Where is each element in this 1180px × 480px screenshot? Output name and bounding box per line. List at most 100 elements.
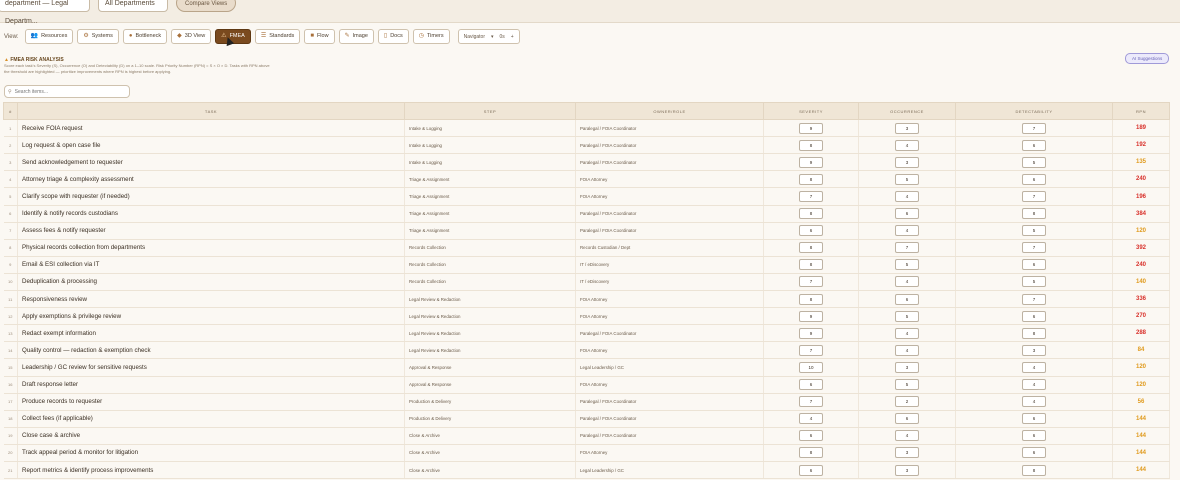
detectability-input[interactable]: 6 [1022,259,1046,271]
detectability-input[interactable]: 8 [1022,208,1046,220]
occurrence-input[interactable]: 6 [895,208,919,220]
detectability-input[interactable]: 6 [1022,139,1046,151]
occurrence-input[interactable]: 5 [895,259,919,271]
occurrence-input[interactable]: 4 [895,430,919,442]
view-button-timers[interactable]: ◷ Timers [412,29,450,44]
step-name: Intake & Logging [404,153,576,172]
view-button-label: Resources [41,33,68,39]
step-name: Triage & Assignment [404,222,576,240]
detectability-input[interactable]: 6 [1022,310,1046,322]
owner-role: Paralegal / FOIA Coordinator [575,205,764,223]
view-button-systems[interactable]: ⚙ Systems [77,29,119,44]
severity-input[interactable]: 10 [799,361,823,373]
occurrence-input[interactable]: 4 [895,191,919,203]
detectability-input[interactable]: 6 [1022,447,1046,459]
detectability-input[interactable]: 7 [1022,293,1046,305]
severity-input[interactable]: 8 [799,242,823,254]
task-name: Assess fees & notify requester [17,222,405,240]
occurrence-input[interactable]: 3 [895,447,919,459]
severity-input[interactable]: 8 [799,259,823,271]
navigator-select[interactable]: Navigator [464,34,485,40]
view-button-resources[interactable]: 👥 Resources [24,29,74,44]
navigator-control[interactable]: Navigator ▾ 0s + [457,29,520,44]
rpn-value: 144 [1112,410,1170,428]
occurrence-input[interactable]: 3 [895,156,919,168]
severity-input[interactable]: 8 [799,139,823,151]
severity-input[interactable]: 7 [799,276,823,288]
severity-input[interactable]: 9 [799,156,823,168]
occurrence-input[interactable]: 5 [895,310,919,322]
detectability-input[interactable]: 7 [1022,191,1046,203]
occurrence-input[interactable]: 4 [895,344,919,356]
step-name: Legal Review & Redaction [404,290,576,309]
occurrence-input[interactable]: 4 [895,225,919,237]
zoom-out-button[interactable]: 0s [500,34,505,40]
occurrence-input[interactable]: 3 [895,122,919,134]
detectability-input[interactable]: 6 [1022,173,1046,185]
severity-input[interactable]: 6 [799,379,823,391]
occurrence-cell: 7 [858,239,956,257]
detectability-input[interactable]: 5 [1022,156,1046,168]
occurrence-input[interactable]: 5 [895,379,919,391]
occurrence-input[interactable]: 3 [895,464,919,476]
filter-select[interactable]: All Departments [98,0,168,12]
detectability-input[interactable]: 8 [1022,327,1046,339]
occurrence-input[interactable]: 6 [895,413,919,425]
step-name: Triage & Assignment [404,170,576,189]
occurrence-input[interactable]: 4 [895,139,919,151]
severity-input[interactable]: 8 [799,173,823,185]
severity-input[interactable]: 4 [799,413,823,425]
severity-input[interactable]: 8 [799,293,823,305]
occurrence-cell: 4 [858,222,956,240]
severity-input[interactable]: 8 [799,447,823,459]
occurrence-input[interactable]: 2 [895,396,919,408]
view-button-flow[interactable]: ■ Flow [304,29,335,44]
severity-input[interactable]: 7 [799,344,823,356]
occurrence-cell: 4 [858,187,956,206]
occurrence-input[interactable]: 6 [895,293,919,305]
compare-button[interactable]: Compare Views [176,0,237,12]
severity-input[interactable]: 7 [799,396,823,408]
detectability-input[interactable]: 6 [1022,430,1046,442]
search-input[interactable] [14,88,125,95]
severity-input[interactable]: 6 [799,430,823,442]
owner-role: Paralegal / FOIA Coordinator [575,136,764,155]
view-button-bottleneck[interactable]: ● Bottleneck [122,29,168,44]
ai-suggestions-badge[interactable]: AI Suggestions [1125,53,1170,64]
occurrence-input[interactable]: 5 [895,173,919,185]
view-button-image[interactable]: ✎ Image [338,29,374,44]
occurrence-input[interactable]: 4 [895,327,919,339]
occurrence-cell: 4 [858,136,956,155]
detectability-input[interactable]: 7 [1022,242,1046,254]
detectability-input[interactable]: 6 [1022,413,1046,425]
department-select[interactable]: department — Legal Departm... [0,0,90,25]
severity-input[interactable]: 8 [799,208,823,220]
severity-input[interactable]: 6 [799,464,823,476]
view-button-3d-view[interactable]: ◆ 3D View [171,29,212,44]
view-button-standards[interactable]: ☰ Standards [254,29,301,44]
severity-input[interactable]: 9 [799,310,823,322]
zoom-in-button[interactable]: + [511,34,514,40]
severity-input[interactable]: 6 [799,225,823,237]
detectability-input[interactable]: 5 [1022,225,1046,237]
detectability-input[interactable]: 4 [1022,379,1046,391]
severity-input[interactable]: 9 [799,327,823,339]
row-number: 12 [3,307,18,326]
severity-cell: 7 [763,393,859,411]
owner-role: FOIA Attorney [575,341,764,360]
search-box[interactable]: ⚲ [4,85,130,98]
severity-input[interactable]: 9 [799,122,823,134]
detectability-input[interactable]: 4 [1022,361,1046,373]
image-icon: ✎ [344,33,350,39]
occurrence-input[interactable]: 4 [895,276,919,288]
detectability-input[interactable]: 4 [1022,396,1046,408]
occurrence-input[interactable]: 3 [895,361,919,373]
detectability-input[interactable]: 5 [1022,276,1046,288]
occurrence-input[interactable]: 7 [895,242,919,254]
view-button-docs[interactable]: ▯ Docs [377,29,409,44]
rpn-value: 270 [1112,307,1170,326]
detectability-input[interactable]: 7 [1022,122,1046,134]
detectability-input[interactable]: 3 [1022,344,1046,356]
detectability-input[interactable]: 8 [1022,464,1046,476]
severity-input[interactable]: 7 [799,191,823,203]
